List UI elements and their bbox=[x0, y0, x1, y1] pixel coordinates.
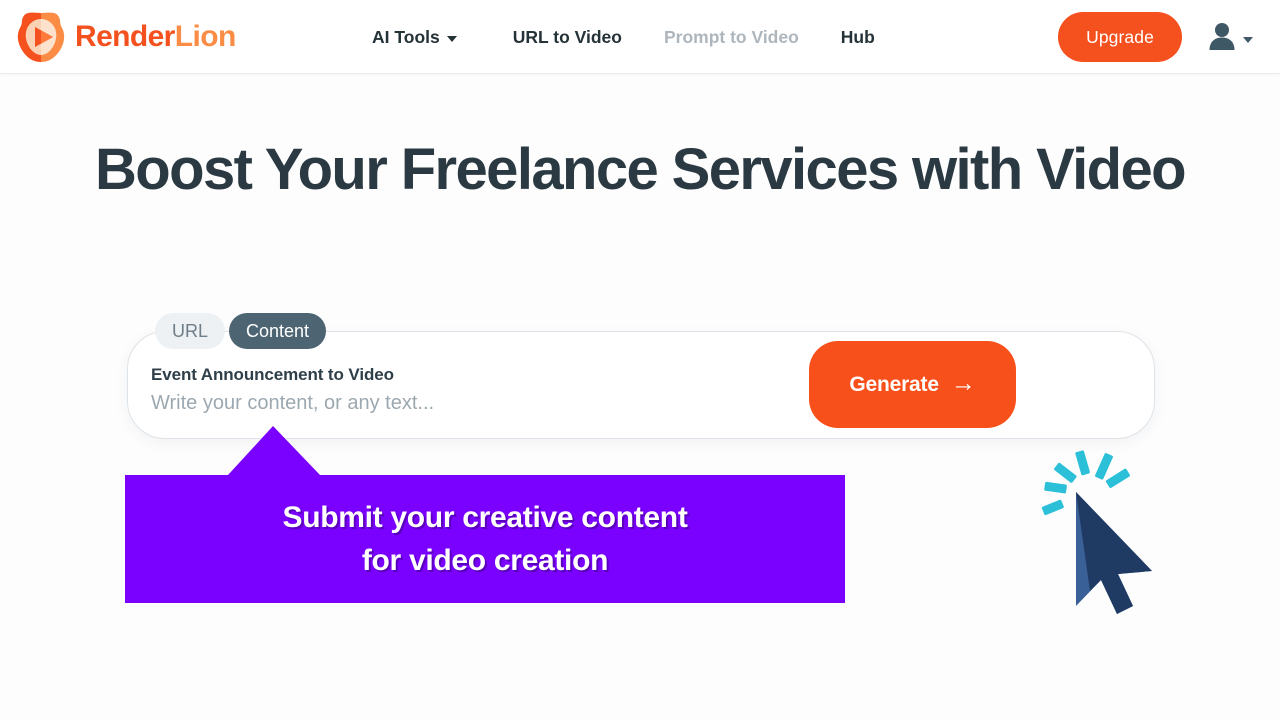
nav-item-hub-label: Hub bbox=[840, 26, 875, 47]
nav-item-ai-tools-label: AI Tools bbox=[372, 26, 440, 47]
tab-url[interactable]: URL bbox=[155, 313, 226, 349]
callout-banner: Submit your creative content for video c… bbox=[125, 475, 845, 603]
callout-pointer bbox=[228, 426, 320, 475]
nav-item-url-to-video[interactable]: URL to Video bbox=[513, 27, 622, 48]
input-mode-tabs: URL Content bbox=[155, 313, 327, 349]
content-input[interactable] bbox=[151, 392, 891, 415]
site-header: RenderLion AI Tools URL to Video Prompt … bbox=[0, 0, 1280, 74]
chevron-down-icon bbox=[1243, 37, 1253, 43]
field-label: Event Announcement to Video bbox=[151, 365, 394, 384]
user-avatar-icon bbox=[1209, 23, 1235, 50]
arrow-right-icon: → bbox=[950, 369, 976, 397]
account-menu[interactable] bbox=[1206, 20, 1253, 54]
generate-button-label: Generate bbox=[849, 372, 939, 396]
tab-content[interactable]: Content bbox=[229, 313, 327, 349]
main-navigation: AI Tools URL to Video Prompt to Video Hu… bbox=[372, 0, 875, 74]
logo-wordmark: RenderLion bbox=[75, 22, 236, 52]
nav-item-prompt-to-video-label: Prompt to Video bbox=[663, 26, 799, 47]
generate-button[interactable]: Generate → bbox=[809, 341, 1016, 428]
nav-item-url-to-video-label: URL to Video bbox=[512, 26, 622, 47]
logo[interactable]: RenderLion bbox=[14, 9, 236, 65]
callout-text: Submit your creative content for video c… bbox=[282, 501, 688, 577]
logo-text-render: Render bbox=[75, 20, 175, 53]
page-body: Boost Your Freelance Services with Video… bbox=[0, 74, 1280, 720]
chevron-down-icon bbox=[446, 35, 457, 42]
logo-text-lion: Lion bbox=[174, 20, 237, 53]
mouse-cursor-icon bbox=[1076, 492, 1152, 614]
nav-item-hub[interactable]: Hub bbox=[841, 27, 875, 48]
page-title: Boost Your Freelance Services with Video bbox=[95, 137, 1187, 202]
click-burst-icon bbox=[1041, 450, 1130, 516]
lion-play-logo-icon bbox=[17, 12, 65, 62]
upgrade-button[interactable]: Upgrade bbox=[1058, 12, 1182, 62]
nav-item-prompt-to-video[interactable]: Prompt to Video bbox=[664, 27, 799, 48]
nav-item-ai-tools[interactable]: AI Tools bbox=[372, 27, 457, 48]
